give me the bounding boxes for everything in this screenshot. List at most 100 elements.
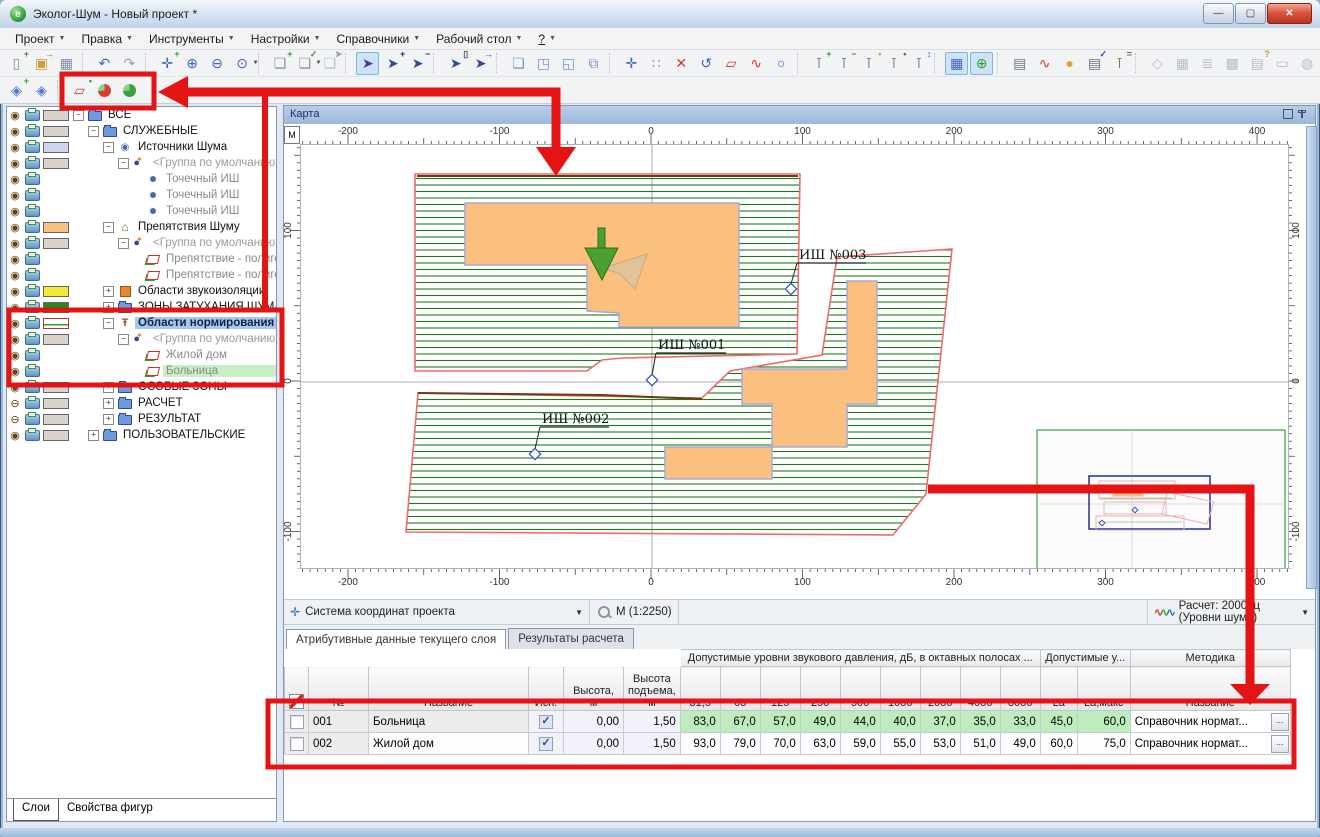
grid-tool-button[interactable]: ▦ <box>1171 52 1194 75</box>
layer-color-swatch[interactable] <box>43 270 69 281</box>
layer-label[interactable]: ОСОБЫЕ ЗОНЫ <box>135 381 230 393</box>
layer-label[interactable]: Точечный ИШ <box>163 205 242 217</box>
table-row-002[interactable]: 002Жилой дом✓0,001,5093,079,070,063,059,… <box>285 733 1291 755</box>
col-header-8[interactable]: 125 <box>760 667 800 711</box>
maximize-button[interactable]: ▢ <box>1235 3 1266 24</box>
layer-row-10[interactable]: ◉Препятствие - полигон <box>7 251 276 267</box>
layer-row-12[interactable]: ◉+Области звукоизоляции <box>7 283 276 299</box>
cell-level-6[interactable]: 55,0 <box>880 733 920 755</box>
eye-visible-icon[interactable]: ◉ <box>7 125 23 138</box>
rotate-object-button[interactable]: ↺ <box>695 52 718 75</box>
layer-label[interactable]: <Группа по умолчанию> <box>150 237 276 249</box>
open-file-button[interactable]: ▣→ <box>30 52 53 75</box>
cell-level-9[interactable]: 49,0 <box>1000 733 1040 755</box>
meas-point-add-button[interactable]: ⊺+ <box>808 52 831 75</box>
col-header-2[interactable]: Название <box>369 667 529 711</box>
meas-point-move-button[interactable]: ⊺↕ <box>907 52 930 75</box>
title-bar[interactable]: e Эколог-Шум - Новый проект * — ▢ ✕ <box>0 0 1320 28</box>
tree-expand-toggle[interactable]: + <box>103 398 114 409</box>
cell-method[interactable]: Справочник нормат...... <box>1130 711 1290 733</box>
tree-collapse-toggle[interactable]: − <box>118 158 129 169</box>
cell-height[interactable]: 0,00 <box>564 733 624 755</box>
map-pin-icon[interactable] <box>1297 109 1307 119</box>
printer-icon[interactable] <box>25 302 40 313</box>
cell-name[interactable]: Больница <box>369 711 529 733</box>
layer-row-1[interactable]: ◉−ВСЕ <box>7 107 276 123</box>
menu-2[interactable]: Правка▼ <box>74 30 139 48</box>
draw-sector-green-button[interactable] <box>118 79 141 102</box>
select-add-button[interactable]: ➤+ <box>381 52 404 75</box>
select-link-button[interactable]: ➤→ <box>469 52 492 75</box>
raster-tool-button[interactable]: ▩ <box>1221 52 1244 75</box>
layer-color-swatch[interactable] <box>43 110 69 121</box>
cell-level-6[interactable]: 40,0 <box>880 711 920 733</box>
eye-visible-icon[interactable]: ◉ <box>7 349 23 362</box>
layer-label[interactable]: Препятствие - полигон <box>163 253 276 265</box>
layers-stack-button[interactable]: ◈ <box>30 79 53 102</box>
used-checkbox[interactable]: ✓ <box>539 737 553 751</box>
eye-visible-icon[interactable]: ◉ <box>7 301 23 314</box>
printer-icon[interactable] <box>25 398 40 409</box>
layer-row-2[interactable]: ◉−СЛУЖЕБНЫЕ <box>7 123 276 139</box>
cell-level-5[interactable]: 44,0 <box>840 711 880 733</box>
layer-label[interactable]: Источники Шума <box>135 141 230 153</box>
eye-visible-icon[interactable]: ◉ <box>7 317 23 330</box>
eye-visible-icon[interactable]: ◉ <box>7 173 23 186</box>
zoom-scale-button[interactable]: ⊙▼ <box>231 52 254 75</box>
layer-add-button[interactable]: ◈+ <box>5 79 28 102</box>
tree-collapse-toggle[interactable]: − <box>118 238 129 249</box>
add-object-button[interactable]: ❏+ <box>269 52 292 75</box>
eye-visible-icon[interactable]: ◉ <box>7 285 23 298</box>
col-header-12[interactable]: 2000 <box>920 667 960 711</box>
select-tool-button[interactable]: ➤ <box>356 52 379 75</box>
layer-row-4[interactable]: ◉−●✦<Группа по умолчанию> <box>7 155 276 171</box>
col-header-1[interactable]: № <box>309 667 369 711</box>
order-down-button[interactable]: ⧉ <box>582 52 605 75</box>
draw-norm-polygon-button[interactable]: ▱• <box>68 79 91 102</box>
printer-icon[interactable] <box>25 334 40 345</box>
layer-color-swatch[interactable] <box>43 174 69 185</box>
layer-row-8[interactable]: ◉−⌂Препятствия Шуму <box>7 219 276 235</box>
cell-level-11[interactable]: 75,0 <box>1077 733 1130 755</box>
cell-level-7[interactable]: 53,0 <box>920 733 960 755</box>
helmet-button[interactable]: ● <box>1058 52 1081 75</box>
printer-icon[interactable] <box>25 222 40 233</box>
eye-visible-icon[interactable]: ◉ <box>7 269 23 282</box>
tree-expand-toggle[interactable]: + <box>103 414 114 425</box>
col-header-10[interactable]: 500 <box>840 667 880 711</box>
layer-label[interactable]: РАСЧЕТ <box>135 397 186 409</box>
layer-row-14[interactable]: ◉−ŦОбласти нормирования ... <box>7 315 276 331</box>
printer-icon[interactable] <box>25 238 40 249</box>
printer-icon[interactable] <box>25 206 40 217</box>
cell-method[interactable]: Справочник нормат...... <box>1130 733 1290 755</box>
eye-visible-icon[interactable]: ◉ <box>7 141 23 154</box>
zoom-out-button[interactable]: ⊖ <box>206 52 229 75</box>
cell-level-10[interactable]: 60,0 <box>1040 733 1077 755</box>
row-select-checkbox[interactable] <box>290 715 304 729</box>
layer-color-swatch[interactable] <box>43 286 69 297</box>
col-header-13[interactable]: 4000 <box>960 667 1000 711</box>
edit-nodes-button[interactable]: ∷ <box>645 52 668 75</box>
pan-tool-button[interactable]: ✛+ <box>156 52 179 75</box>
cell-level-1[interactable]: 93,0 <box>680 733 720 755</box>
select-remove-button[interactable]: ➤− <box>406 52 429 75</box>
layer-color-swatch[interactable] <box>43 222 69 233</box>
layer-color-swatch[interactable] <box>43 350 69 361</box>
layer-label[interactable]: РЕЗУЛЬТАТ <box>135 413 204 425</box>
menu-3[interactable]: Инструменты▼ <box>142 30 242 48</box>
cell-name[interactable]: Жилой дом <box>369 733 529 755</box>
layer-color-swatch[interactable] <box>43 158 69 169</box>
cell-num[interactable]: 001 <box>309 711 369 733</box>
col-header-9[interactable]: 250 <box>800 667 840 711</box>
new-file-button[interactable]: ▯+ <box>5 52 28 75</box>
order-up-button[interactable]: ◱ <box>557 52 580 75</box>
layer-label[interactable]: ЗОНЫ ЗАТУХАНИЯ ШУМА <box>135 301 276 313</box>
layer-row-19[interactable]: ⊖+РАСЧЕТ <box>7 395 276 411</box>
layer-color-swatch[interactable] <box>43 334 69 345</box>
printer-icon[interactable] <box>25 142 40 153</box>
cell-level-8[interactable]: 51,0 <box>960 733 1000 755</box>
edit-polyline-button[interactable]: ∿ <box>745 52 768 75</box>
cell-lift-height[interactable]: 1,50 <box>624 733 681 755</box>
printer-icon[interactable] <box>25 126 40 137</box>
printer-icon[interactable] <box>25 430 40 441</box>
